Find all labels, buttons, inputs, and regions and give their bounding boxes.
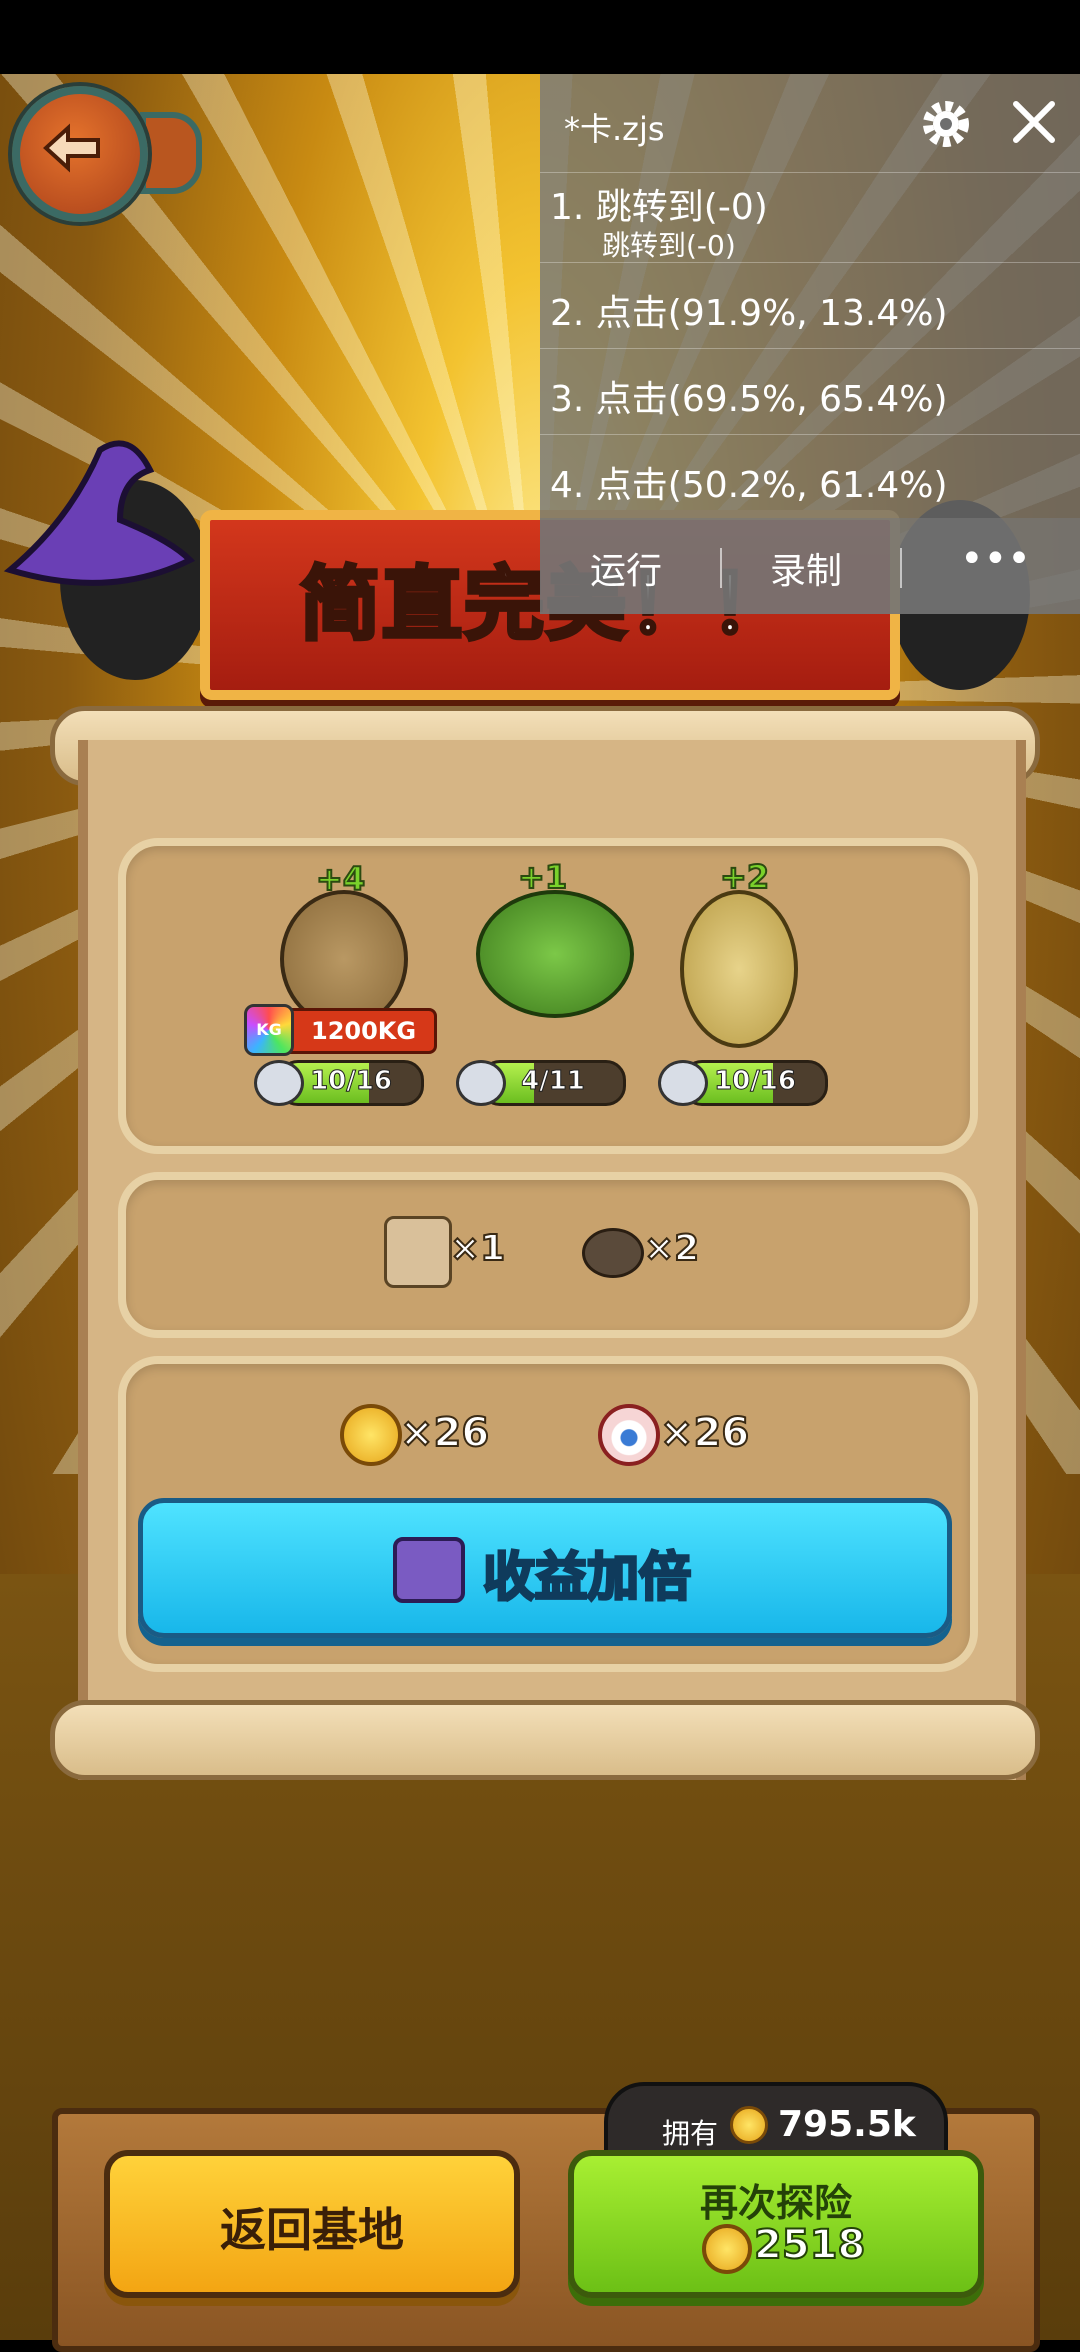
run-button[interactable]: 运行 — [590, 542, 662, 594]
step-sub-label: 跳转到(-0) — [602, 229, 736, 262]
weight-value: 1200KG — [311, 1017, 417, 1045]
worm-icon — [582, 1228, 644, 1278]
script-step[interactable]: 3. 点击(69.5%, 65.4%) — [540, 348, 1080, 435]
skull-icon — [254, 1060, 304, 1106]
script-step[interactable]: 4. 点击(50.2%, 61.4%) — [540, 434, 1080, 518]
double-reward-label: 收益加倍 — [481, 1547, 692, 1610]
explore-again-cost: 2518 — [753, 2221, 866, 2269]
material-count: ×1 — [449, 1227, 506, 1270]
cloth-icon — [384, 1216, 452, 1288]
coin-icon — [340, 1404, 402, 1466]
owned-value: 795.5k — [778, 2104, 916, 2145]
skull-icon — [658, 1060, 708, 1106]
return-home-button[interactable]: 返回基地 — [104, 2150, 520, 2298]
owned-label: 拥有 — [662, 2117, 719, 2150]
double-reward-button[interactable]: 收益加倍 — [138, 1498, 952, 1638]
weight-kg-icon: KG — [244, 1004, 294, 1056]
script-step[interactable]: 1. 跳转到(-0) 跳转到(-0) — [540, 172, 1080, 263]
close-icon[interactable] — [1008, 96, 1060, 148]
script-step[interactable]: 2. 点击(91.9%, 13.4%) — [540, 262, 1080, 349]
script-file-name: *卡.zjs — [564, 110, 665, 148]
more-button[interactable]: ••• — [960, 536, 1031, 582]
explore-again-label: 再次探险 — [699, 2181, 852, 2225]
back-button[interactable] — [12, 86, 148, 222]
overlay-toolbar: 运行 录制 ••• — [540, 518, 1080, 614]
step-label: 1. 跳转到(-0) — [550, 187, 768, 228]
step-label: 3. 点击(69.5%, 65.4%) — [550, 379, 948, 420]
explore-again-button[interactable]: 再次探险 2518 — [568, 2150, 984, 2298]
coin-icon — [702, 2224, 752, 2274]
coin-reward-count: ×26 — [399, 1409, 490, 1457]
tv-ad-icon — [393, 1537, 465, 1603]
cactus-icon — [476, 890, 634, 1018]
script-overlay-panel: *卡.zjs 1. 跳转到(-0) 跳转到(-0) 2. 点击(91.9%, 1… — [540, 74, 1080, 614]
eyeball-reward-count: ×26 — [659, 1409, 750, 1457]
materials-panel — [118, 1172, 978, 1338]
divider — [900, 548, 902, 588]
step-label: 2. 点击(91.9%, 13.4%) — [550, 293, 948, 334]
eyeball-icon — [598, 1404, 660, 1466]
wizard-hat-icon — [3, 440, 196, 586]
back-arrow-icon — [43, 123, 100, 173]
coin-icon — [730, 2106, 768, 2144]
return-home-label: 返回基地 — [220, 2203, 404, 2257]
wheat-icon — [680, 890, 798, 1048]
record-button[interactable]: 录制 — [770, 542, 842, 594]
gear-icon[interactable] — [918, 96, 974, 152]
overlay-header: *卡.zjs — [540, 74, 1080, 173]
back-button-tab — [140, 112, 202, 194]
material-count: ×2 — [643, 1227, 700, 1270]
skull-icon — [456, 1060, 506, 1106]
step-label: 4. 点击(50.2%, 61.4%) — [550, 465, 948, 506]
scroll-bottom-rod — [50, 1700, 1040, 1780]
divider — [720, 548, 722, 588]
